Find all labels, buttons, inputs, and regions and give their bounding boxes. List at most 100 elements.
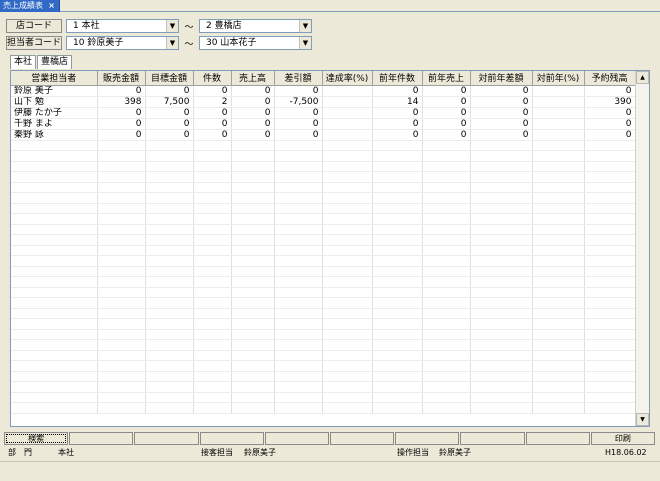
table-cell xyxy=(532,329,585,340)
table-row-empty[interactable] xyxy=(11,297,636,309)
tab-toyohashi[interactable]: 豊橋店 xyxy=(37,55,73,69)
column-header[interactable]: 対前年差額 xyxy=(470,71,533,86)
table-cell xyxy=(422,213,471,225)
function-key-button[interactable] xyxy=(330,432,395,445)
table-cell xyxy=(11,266,98,277)
table-row-empty[interactable] xyxy=(11,308,636,319)
table-row-empty[interactable] xyxy=(11,350,636,361)
table-row-empty[interactable] xyxy=(11,329,636,340)
table-row-empty[interactable] xyxy=(11,255,636,267)
table-cell xyxy=(532,339,585,351)
close-icon[interactable]: × xyxy=(48,0,55,12)
table-cell xyxy=(193,360,232,372)
chevron-down-icon[interactable]: ▼ xyxy=(166,37,178,49)
column-header[interactable]: 前年売上 xyxy=(422,71,471,86)
table-cell xyxy=(470,276,533,288)
scroll-down-icon[interactable]: ▼ xyxy=(636,413,649,426)
table-row-empty[interactable] xyxy=(11,266,636,277)
status-date: H18.06.02 xyxy=(605,448,647,457)
table-row-empty[interactable] xyxy=(11,287,636,298)
function-key-button[interactable] xyxy=(69,432,134,445)
table-cell xyxy=(193,245,232,256)
table-cell xyxy=(470,392,533,403)
chevron-down-icon[interactable]: ▼ xyxy=(166,20,178,32)
table-row-empty[interactable] xyxy=(11,192,636,204)
table-row-empty[interactable] xyxy=(11,224,636,235)
table-cell: 0 xyxy=(372,118,423,130)
table-cell xyxy=(422,287,471,298)
function-key-button[interactable] xyxy=(264,432,330,445)
column-header[interactable]: 目標金額 xyxy=(145,71,194,86)
table-cell xyxy=(470,297,533,309)
table-row-empty[interactable] xyxy=(11,171,636,183)
table-cell: 0 xyxy=(193,118,232,130)
table-cell xyxy=(422,245,471,256)
table-cell: 0 xyxy=(422,118,471,130)
table-row-empty[interactable] xyxy=(11,234,636,246)
table-row-empty[interactable] xyxy=(11,392,636,403)
table-row[interactable]: 千野 まよ 0 0 0 0 0 0 0 0 0 xyxy=(11,118,636,130)
table-row-empty[interactable] xyxy=(11,213,636,225)
function-key-button[interactable] xyxy=(525,432,590,445)
column-header[interactable]: 対前年(%) xyxy=(532,71,585,86)
staff-to-select[interactable]: 30 山本花子 ▼ xyxy=(199,36,312,50)
table-cell xyxy=(193,297,232,309)
table-row[interactable]: 秦野 詠000000000 xyxy=(11,129,636,141)
table-cell xyxy=(231,392,275,403)
column-header[interactable]: 前年件数 xyxy=(372,71,423,86)
table-row-empty[interactable] xyxy=(11,203,636,214)
table-row-empty[interactable] xyxy=(11,402,636,414)
table-row-empty[interactable] xyxy=(11,150,636,162)
column-header[interactable]: 販売金額 xyxy=(97,71,146,86)
table-row-empty[interactable] xyxy=(11,161,636,172)
table-row[interactable]: 伊藤 たか子 0 0 0 0 0 0 0 0 0 xyxy=(11,107,636,119)
column-header[interactable]: 予約残高 xyxy=(584,71,636,86)
store-to-select[interactable]: 2 豊橋店 ▼ xyxy=(199,19,312,33)
tab-honsha[interactable]: 本社 xyxy=(10,55,37,69)
table-cell xyxy=(145,339,194,351)
table-cell xyxy=(97,308,146,319)
chevron-down-icon[interactable]: ▼ xyxy=(299,37,311,49)
tab-sales-report[interactable]: 売上成績表 × xyxy=(0,0,60,12)
function-key-button[interactable] xyxy=(199,432,264,445)
vertical-scrollbar[interactable]: ▲ ▼ xyxy=(635,71,649,426)
table-row-empty[interactable] xyxy=(11,360,636,372)
table-row-empty[interactable] xyxy=(11,276,636,288)
scroll-up-icon[interactable]: ▲ xyxy=(636,71,649,84)
function-key-button[interactable] xyxy=(395,432,460,445)
print-button[interactable]: 印刷 xyxy=(590,432,656,445)
table-cell xyxy=(145,308,194,319)
function-key-button[interactable] xyxy=(134,432,199,445)
table-row-empty[interactable] xyxy=(11,182,636,193)
table-cell xyxy=(274,182,323,193)
table-row-empty[interactable] xyxy=(11,371,636,382)
table-row-empty[interactable] xyxy=(11,318,636,330)
table-cell xyxy=(470,182,533,193)
column-header[interactable]: 差引額 xyxy=(274,71,323,86)
table-cell xyxy=(145,266,194,277)
function-key-button[interactable] xyxy=(460,432,525,445)
table-row[interactable]: 鈴原 美子 0 0 0 0 0 0 0 0 0 xyxy=(11,85,636,97)
table-cell xyxy=(193,203,232,214)
column-header[interactable]: 件数 xyxy=(193,71,232,86)
table-cell xyxy=(145,318,194,330)
staff-from-select[interactable]: 10 鈴原美子 ▼ xyxy=(66,36,179,50)
sales-grid[interactable]: 営業担当者 販売金額 目標金額 件数 売上高 差引額 達成率(%) 前年件数 前年売上 対前年差額… xyxy=(10,70,650,427)
table-row-empty[interactable] xyxy=(11,245,636,256)
chevron-down-icon[interactable]: ▼ xyxy=(299,20,311,32)
table-row-empty[interactable] xyxy=(11,140,636,151)
table-row-empty[interactable] xyxy=(11,381,636,393)
table-cell xyxy=(470,350,533,361)
table-row-empty[interactable] xyxy=(11,339,636,351)
table-cell xyxy=(274,381,323,393)
search-button[interactable]: 検索 xyxy=(4,432,69,445)
column-header[interactable]: 売上高 xyxy=(231,71,275,86)
table-cell xyxy=(274,266,323,277)
table-row[interactable]: 山下 勉 398 7,500 2 0 -7,500 14 0 0 390 xyxy=(11,96,636,108)
store-from-select[interactable]: 1 本社 ▼ xyxy=(66,19,179,33)
table-cell xyxy=(11,224,98,235)
column-header[interactable]: 達成率(%) xyxy=(322,71,373,86)
table-cell: 0 xyxy=(372,85,423,97)
column-header[interactable]: 営業担当者 xyxy=(11,71,98,86)
table-cell xyxy=(145,276,194,288)
